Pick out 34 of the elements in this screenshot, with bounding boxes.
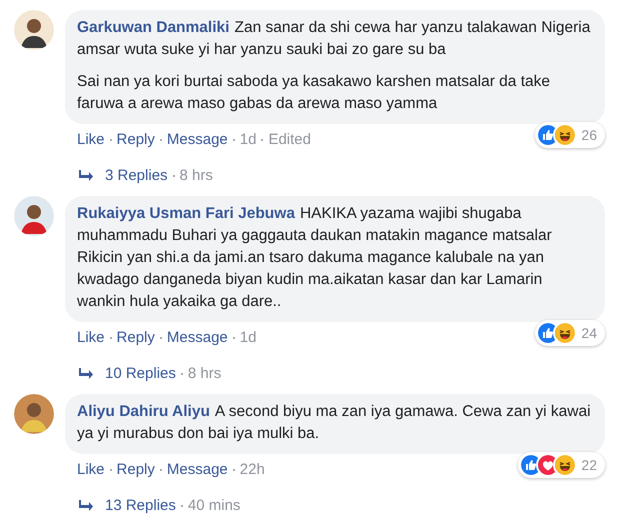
action-link[interactable]: Like [77, 328, 105, 348]
reaction-count: 26 [581, 126, 597, 145]
author-name[interactable]: Garkuwan Danmaliki [77, 19, 230, 36]
replies-link[interactable]: 13 Replies [105, 496, 176, 516]
comment-text: Sai nan ya kori burtai saboda ya kasakawo karshen matsalar da take faruwa a arewa maso gabas da arewa maso yamma [77, 72, 552, 114]
avatar[interactable] [14, 196, 54, 236]
reply-arrow-icon [79, 368, 93, 380]
author-name[interactable]: Aliyu Dahiru Aliyu [77, 403, 210, 420]
replies-time: 40 mins [188, 496, 240, 516]
action-link[interactable]: Message [166, 328, 228, 348]
action-link[interactable]: Like [77, 460, 105, 480]
action-link[interactable]: Reply [116, 328, 155, 348]
author-name[interactable]: Rukaiyya Usman Fari Jebuwa [77, 205, 295, 222]
replies-time: 8 hrs [180, 166, 213, 186]
comment-text: Rukaiyya Usman Fari Jebuwa HAKIKA yazama wajibi shugaba muhammadu Buhari ya gaggauta daukan matakin magance matsalar Rikicin yan shi.a da jami.an tsaro dakuma magance kalubale na yan kwadago danganeda biyan kudin ma.aikatan kasar dan kar Lamarin wankin hula yakaika ga dare.. [77, 204, 553, 312]
comment-text: Garkuwan Danmaliki Zan sanar da shi cewa har yanzu talakawan Nigeria amsar wuta suke yi har yanzu sauki bai zo gare su ba [77, 18, 591, 60]
action-link[interactable]: Message [166, 130, 228, 150]
reply-arrow-icon [79, 170, 93, 182]
timestamp: 1d [240, 328, 256, 348]
action-link[interactable]: Reply [116, 460, 155, 480]
action-link[interactable]: Message [166, 460, 228, 480]
replies-link[interactable]: 10 Replies [105, 364, 176, 384]
action-link[interactable]: Reply [116, 130, 155, 150]
replies-time: 8 hrs [188, 364, 222, 384]
comment-text: Aliyu Dahiru Aliyu A second biyu ma zan iya gamawa. Cewa zan yi kawai ya yi murabus don bai iya mulki ba. [77, 402, 591, 444]
avatar[interactable] [14, 394, 54, 434]
avatar[interactable] [14, 10, 54, 50]
reaction-count: 22 [581, 456, 597, 475]
timestamp: 22h [240, 460, 265, 480]
reply-arrow-icon [79, 500, 93, 512]
replies-link[interactable]: 3 Replies [105, 166, 168, 186]
timestamp: 1d [240, 130, 256, 150]
reaction-count: 24 [581, 324, 597, 343]
action-link[interactable]: Like [77, 130, 105, 150]
